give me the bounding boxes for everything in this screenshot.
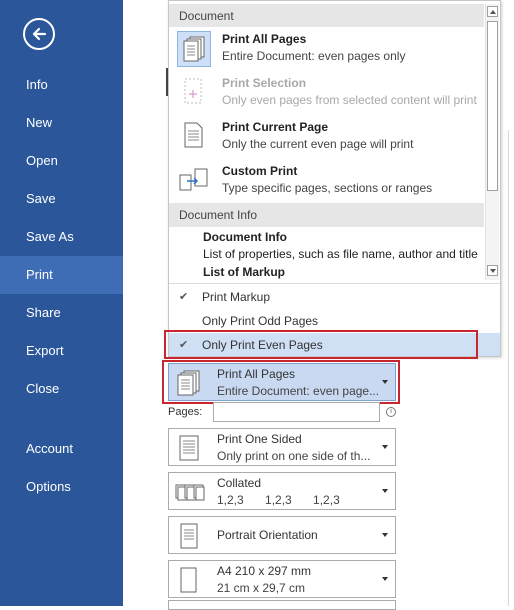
- nav-save[interactable]: Save: [0, 180, 123, 218]
- paper-size-title: A4 210 x 297 mm: [217, 564, 312, 578]
- paper-icon: [175, 565, 203, 595]
- menu-item-title: Print Current Page: [222, 120, 329, 134]
- selection-icon: [177, 75, 211, 111]
- menu-section-document: Document: [169, 4, 484, 28]
- preview-divider: [508, 130, 509, 606]
- menu-item-subtitle: Only even pages from selected content wi…: [222, 93, 477, 107]
- nav-new[interactable]: New: [0, 104, 123, 142]
- info-icon[interactable]: i: [386, 407, 396, 417]
- menu-item-subtitle: Type specific pages, sections or ranges: [222, 181, 433, 195]
- menu-scrollbar[interactable]: [485, 4, 499, 280]
- nav-info[interactable]: Info: [0, 66, 123, 104]
- chevron-down-icon: [382, 445, 388, 449]
- collation-subtitle: 1,2,3 1,2,3 1,2,3: [217, 493, 340, 507]
- collation-title: Collated: [217, 476, 262, 490]
- nav-print[interactable]: Print: [0, 256, 123, 294]
- one-sided-icon: [175, 433, 203, 463]
- menu-item-document-info[interactable]: Document Info: [203, 230, 287, 244]
- nav-share[interactable]: Share: [0, 294, 123, 332]
- menu-item-custom-print[interactable]: Custom Print Type specific pages, sectio…: [169, 159, 484, 203]
- menu-check-print-markup[interactable]: ✔ Print Markup: [169, 285, 500, 309]
- menu-item-print-current-page[interactable]: Print Current Page Only the current even…: [169, 115, 484, 159]
- pages-label: Pages:: [168, 406, 203, 418]
- menu-item-title: Print Selection: [222, 76, 307, 90]
- chevron-down-icon: [382, 489, 388, 493]
- menu-item-subtitle: Only the current even page will print: [222, 137, 414, 151]
- custom-print-icon: [177, 163, 211, 199]
- current-page-icon: [177, 119, 211, 155]
- all-pages-icon: [177, 31, 211, 67]
- paper-size-subtitle: 21 cm x 29,7 cm: [217, 581, 306, 595]
- print-pages-menu: Document Print All Pages Entire Document…: [168, 0, 501, 357]
- scroll-up-icon[interactable]: [487, 6, 498, 17]
- checkmark-icon: ✔: [179, 291, 189, 303]
- nav-account[interactable]: Account: [0, 430, 123, 468]
- orientation-dropdown[interactable]: Portrait Orientation: [168, 516, 396, 554]
- nav-export[interactable]: Export: [0, 332, 123, 370]
- menu-item-print-all-pages[interactable]: Print All Pages Entire Document: even pa…: [169, 27, 484, 71]
- nav-save-as[interactable]: Save As: [0, 218, 123, 256]
- orientation-title: Portrait Orientation: [217, 528, 318, 542]
- back-button[interactable]: [23, 18, 55, 50]
- menu-item-list-of-markup[interactable]: List of Markup: [203, 265, 285, 279]
- annotation-highlight-box: [162, 360, 400, 404]
- paper-size-dropdown[interactable]: A4 210 x 297 mm 21 cm x 29,7 cm: [168, 560, 396, 598]
- menu-item-title: Print All Pages: [222, 32, 307, 46]
- scroll-thumb[interactable]: [487, 21, 498, 191]
- back-arrow-circle-icon: [32, 27, 47, 41]
- menu-check-label: Only Print Odd Pages: [202, 314, 319, 328]
- menu-divider: [169, 283, 500, 284]
- nav-close[interactable]: Close: [0, 370, 123, 408]
- nav-open[interactable]: Open: [0, 142, 123, 180]
- menu-item-document-info-desc: List of properties, such as file name, a…: [203, 247, 478, 261]
- portrait-icon: [175, 521, 203, 551]
- menu-item-subtitle: Entire Document: even pages only: [222, 49, 406, 63]
- pages-input[interactable]: [213, 402, 380, 422]
- chevron-down-icon: [382, 577, 388, 581]
- print-sides-title: Print One Sided: [217, 432, 302, 446]
- backstage-sidebar: Info New Open Save Save As Print Share E…: [0, 0, 123, 606]
- chevron-down-icon: [382, 533, 388, 537]
- menu-section-document-info: Document Info: [169, 203, 484, 227]
- menu-check-label: Print Markup: [202, 290, 271, 304]
- print-sides-subtitle: Only print on one side of th...: [217, 449, 371, 463]
- nav-options[interactable]: Options: [0, 468, 123, 506]
- scroll-down-icon[interactable]: [487, 265, 498, 276]
- menu-item-title: Custom Print: [222, 164, 298, 178]
- collation-dropdown[interactable]: Collated 1,2,3 1,2,3 1,2,3: [168, 472, 396, 510]
- menu-item-print-selection[interactable]: Print Selection Only even pages from sel…: [169, 71, 484, 115]
- print-sides-dropdown[interactable]: Print One Sided Only print on one side o…: [168, 428, 396, 466]
- collated-icon: [175, 477, 205, 507]
- more-settings-dropdown[interactable]: [168, 600, 396, 610]
- annotation-highlight-box: [164, 330, 478, 359]
